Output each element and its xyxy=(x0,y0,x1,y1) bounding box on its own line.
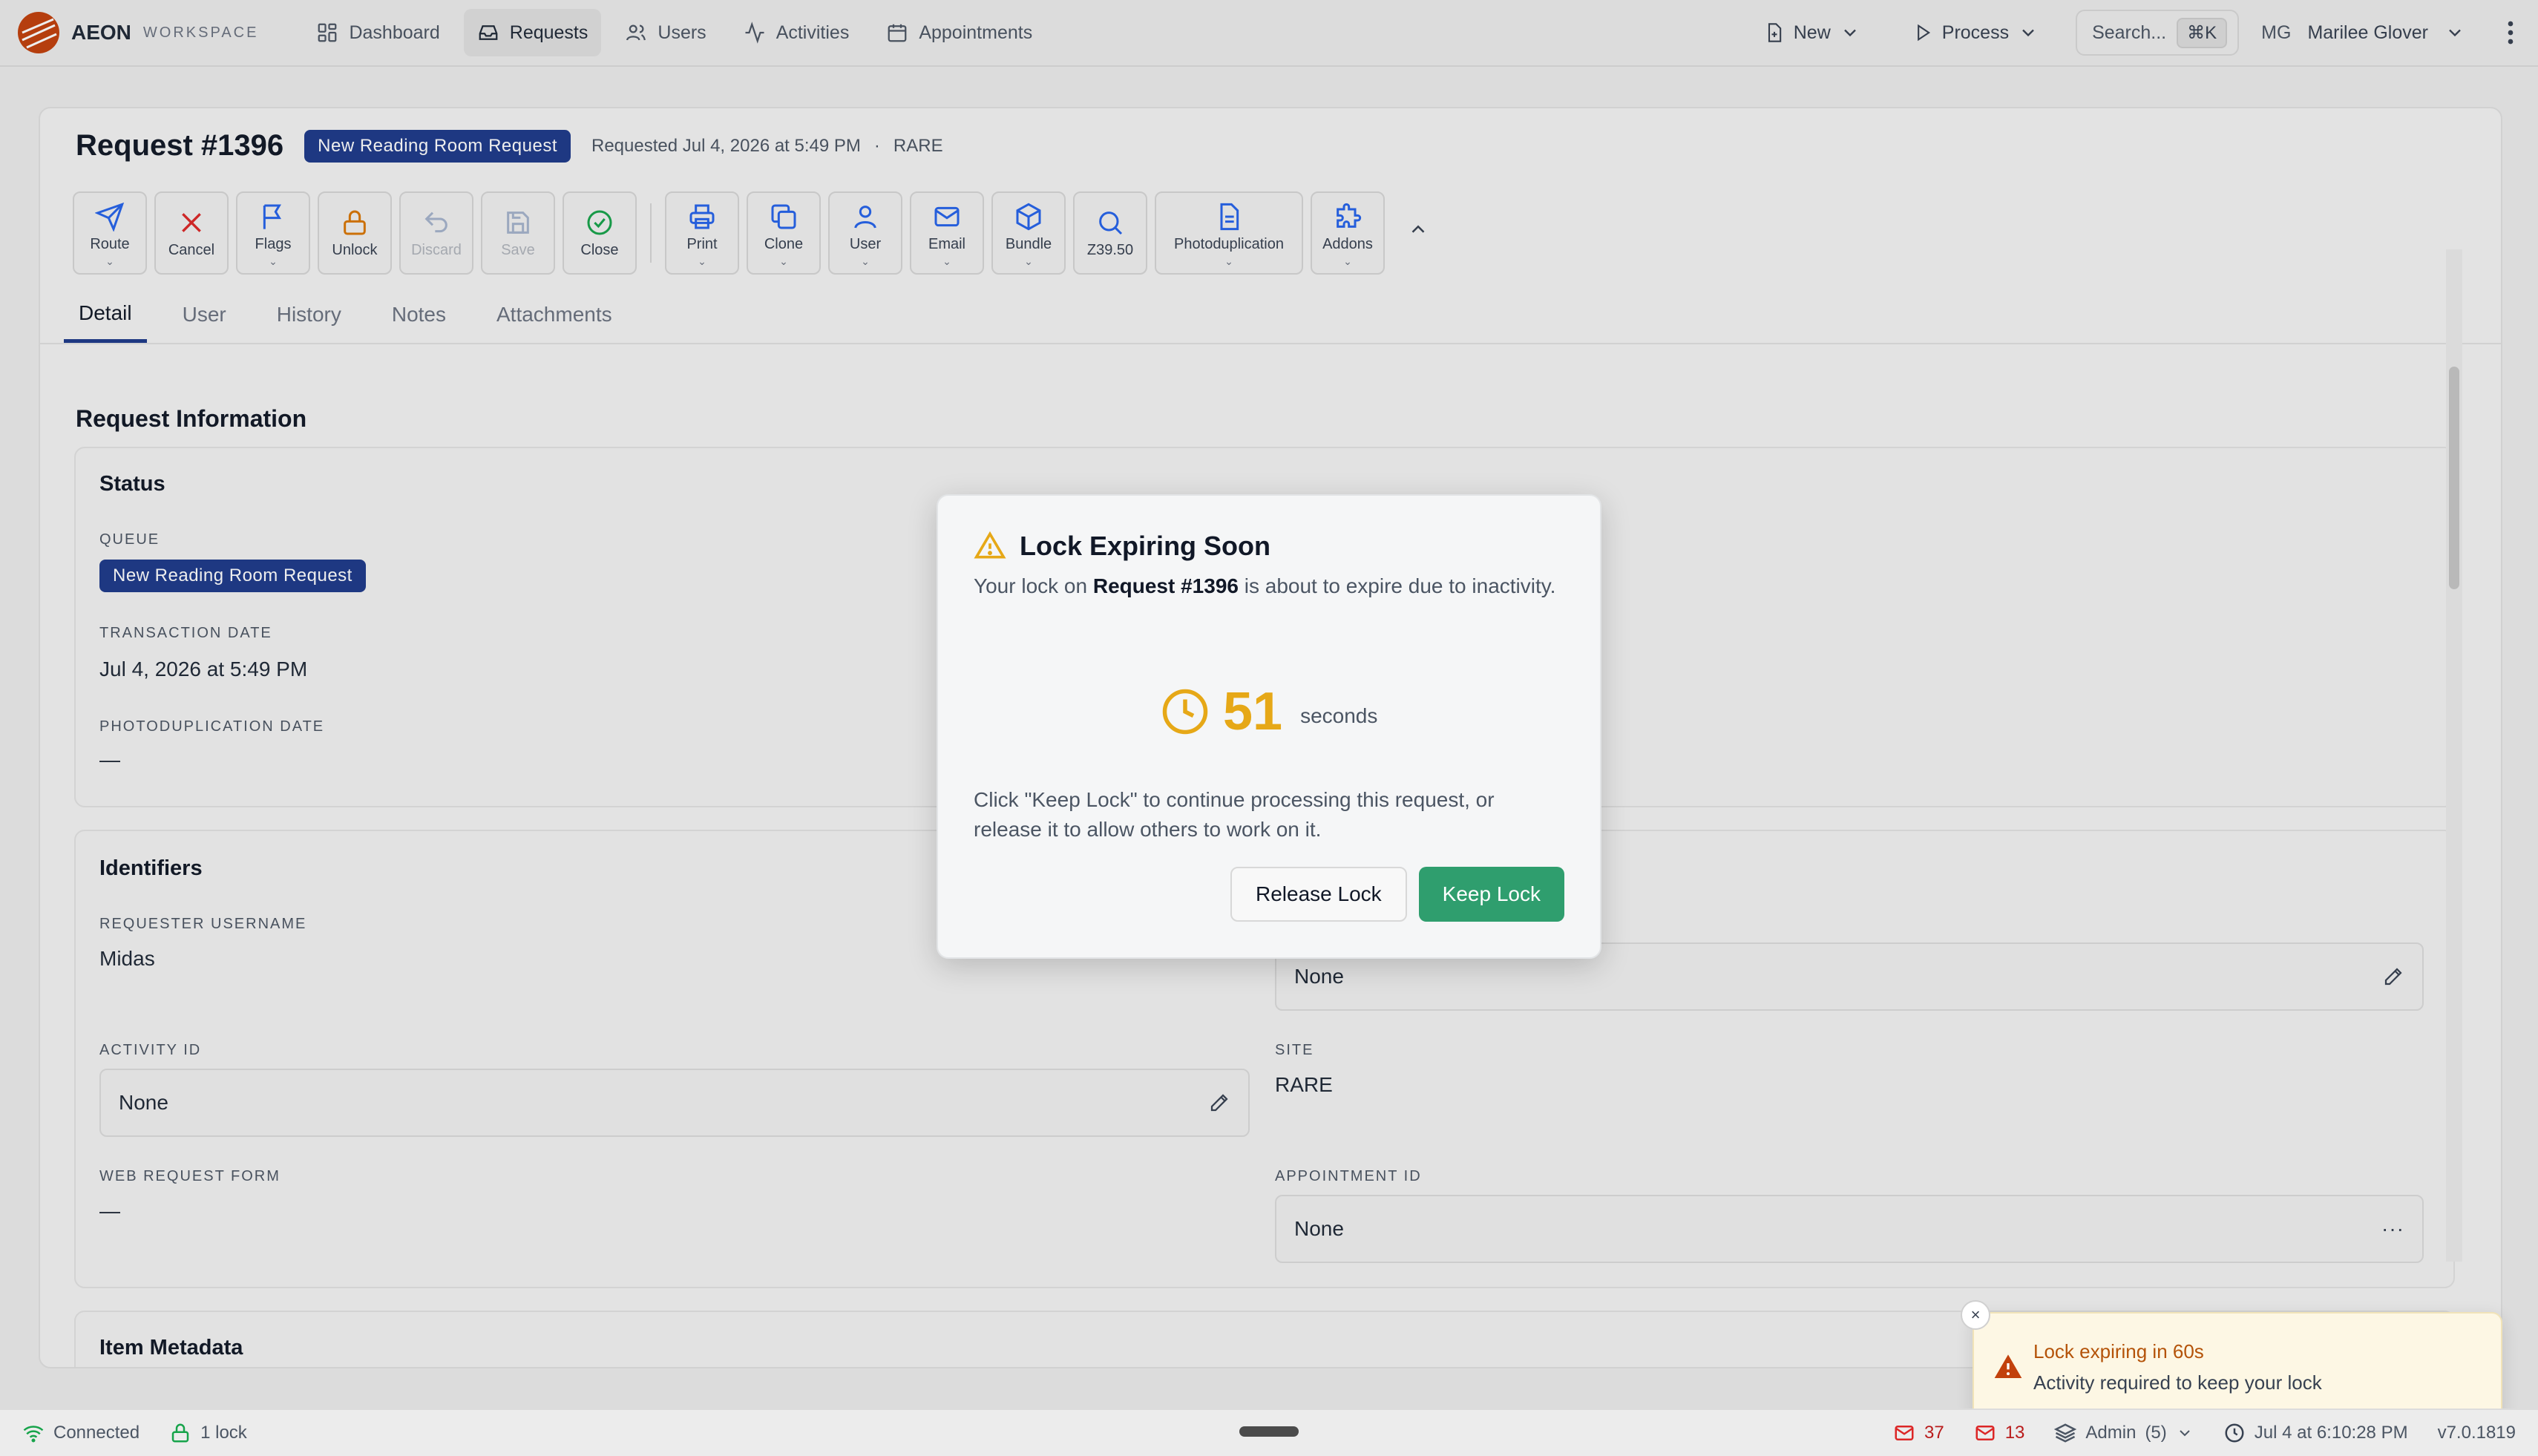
toast-subtitle: Activity required to keep your lock xyxy=(2033,1371,2322,1394)
clock-value: Jul 4 at 6:10:28 PM xyxy=(2254,1423,2408,1443)
dialog-body-post: is about to expire due to inactivity. xyxy=(1238,574,1556,597)
admin-menu[interactable]: Admin (5) xyxy=(2054,1422,2193,1444)
mail-icon xyxy=(1895,1426,1914,1440)
mail-icon xyxy=(1975,1426,1995,1440)
status-bar: Connected 1 lock 37 13 Admin (5) Jul 4 a… xyxy=(0,1409,2538,1456)
wifi-icon xyxy=(23,1426,44,1443)
release-lock-button[interactable]: Release Lock xyxy=(1230,867,1407,922)
dialog-title-text: Lock Expiring Soon xyxy=(1020,531,1271,561)
toast-title: Lock expiring in 60s xyxy=(2033,1340,2204,1362)
mail-count-2-value: 13 xyxy=(2004,1423,2025,1443)
dialog-body-request: Request #1396 xyxy=(1092,574,1239,597)
countdown-number: 51 xyxy=(1223,682,1283,741)
dialog-body: Your lock on Request #1396 is about to e… xyxy=(974,571,1567,601)
lock-icon xyxy=(171,1423,189,1443)
connection-status[interactable]: Connected xyxy=(22,1422,140,1444)
toast-close-icon[interactable]: × xyxy=(1961,1300,1990,1330)
admin-label: Admin xyxy=(2085,1423,2137,1443)
clock-status: Jul 4 at 6:10:28 PM xyxy=(2223,1422,2408,1444)
keep-lock-button[interactable]: Keep Lock xyxy=(1418,867,1564,922)
mail-count-1[interactable]: 37 xyxy=(1893,1422,1944,1444)
clock-icon xyxy=(1162,689,1208,735)
lock-expiring-dialog: Lock Expiring Soon Your lock on Request … xyxy=(937,494,1601,959)
dialog-body-pre: Your lock on xyxy=(974,574,1093,597)
dialog-actions: Release Lock Keep Lock xyxy=(1230,867,1564,922)
countdown: 51 seconds xyxy=(1161,681,1377,742)
countdown-unit: seconds xyxy=(1300,704,1378,727)
warning-icon xyxy=(1994,1354,2022,1378)
mail-count-1-value: 37 xyxy=(1924,1423,1944,1443)
clock-icon xyxy=(2225,1423,2244,1443)
version-label: v7.0.1819 xyxy=(2437,1423,2516,1443)
status-right: 37 13 Admin (5) Jul 4 at 6:10:28 PM v7.0… xyxy=(1893,1422,2516,1444)
dialog-title: Lock Expiring Soon xyxy=(974,530,1270,563)
mail-count-2[interactable]: 13 xyxy=(1974,1422,2025,1444)
warning-icon xyxy=(974,531,1006,559)
drag-handle[interactable] xyxy=(1239,1426,1299,1437)
connection-label: Connected xyxy=(53,1423,140,1443)
chevron-down-icon xyxy=(2180,1430,2190,1437)
admin-count: (5) xyxy=(2145,1423,2167,1443)
lock-toast: × Lock expiring in 60s Activity required… xyxy=(1961,1300,2502,1419)
locks-label: 1 lock xyxy=(200,1423,247,1443)
locks-status[interactable]: 1 lock xyxy=(169,1422,247,1444)
layers-icon xyxy=(2054,1423,2077,1443)
dialog-note: Click "Keep Lock" to continue processing… xyxy=(974,788,1495,841)
